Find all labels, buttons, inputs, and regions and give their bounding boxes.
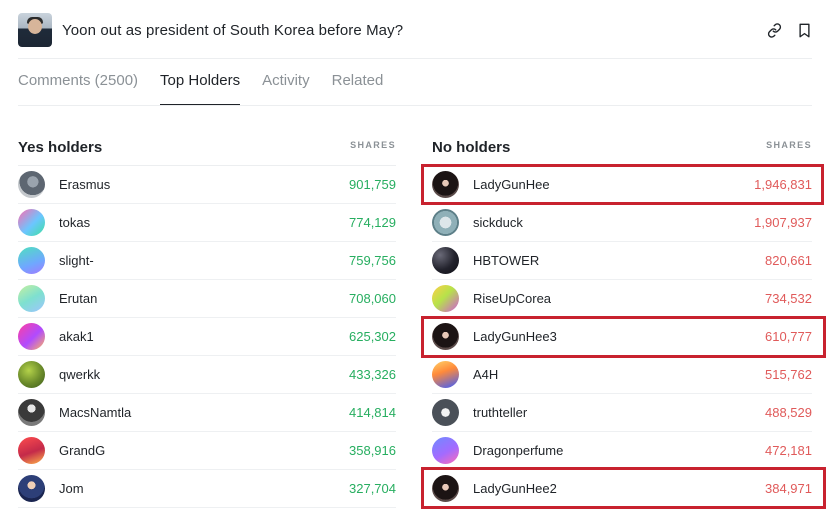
- holder-name[interactable]: sickduck: [473, 215, 523, 230]
- no-holders-title: No holders: [432, 139, 511, 156]
- tab-activity[interactable]: Activity: [262, 62, 310, 106]
- link-icon[interactable]: [766, 22, 782, 38]
- no-holder-row[interactable]: LadyGunHee2 384,971: [432, 470, 812, 508]
- holder-name[interactable]: LadyGunHee3: [473, 329, 557, 344]
- header-divider: [18, 58, 812, 59]
- holder-shares: 327,704: [349, 481, 396, 496]
- yes-holders-title: Yes holders: [18, 139, 103, 156]
- tab-top-holders[interactable]: Top Holders: [160, 62, 241, 106]
- avatar[interactable]: [432, 247, 459, 274]
- no-holder-row[interactable]: truthteller 488,529: [432, 394, 812, 432]
- no-holder-row[interactable]: HBTOWER 820,661: [432, 242, 812, 280]
- yes-shares-column-label: SHARES: [350, 139, 396, 150]
- holder-shares: 515,762: [765, 367, 812, 382]
- header-actions: [766, 22, 812, 38]
- tab-related[interactable]: Related: [332, 62, 384, 106]
- avatar[interactable]: [18, 285, 45, 312]
- no-holder-row[interactable]: LadyGunHee3 610,777: [432, 318, 812, 356]
- avatar[interactable]: [432, 323, 459, 350]
- holder-name[interactable]: qwerkk: [59, 367, 100, 382]
- avatar[interactable]: [18, 171, 45, 198]
- holder-name[interactable]: MacsNamtla: [59, 405, 131, 420]
- yes-holder-row[interactable]: qwerkk 433,326: [18, 356, 396, 394]
- avatar[interactable]: [18, 437, 45, 464]
- yes-holder-row[interactable]: akak1 625,302: [18, 318, 396, 356]
- holder-shares: 488,529: [765, 405, 812, 420]
- holder-shares: 734,532: [765, 291, 812, 306]
- holder-name[interactable]: A4H: [473, 367, 498, 382]
- avatar[interactable]: [18, 247, 45, 274]
- tabs-divider: [18, 105, 812, 106]
- holder-shares: 433,326: [349, 367, 396, 382]
- bookmark-icon[interactable]: [796, 22, 812, 38]
- yes-holders-panel: Yes holders SHARES Erasmus 901,759 tokas…: [18, 128, 396, 508]
- holder-shares: 820,661: [765, 253, 812, 268]
- avatar[interactable]: [18, 323, 45, 350]
- holder-shares: 414,814: [349, 405, 396, 420]
- holder-name[interactable]: Jom: [59, 481, 84, 496]
- yes-holder-row[interactable]: GrandG 358,916: [18, 432, 396, 470]
- no-holder-row[interactable]: RiseUpCorea 734,532: [432, 280, 812, 318]
- holder-name[interactable]: LadyGunHee2: [473, 481, 557, 496]
- holder-shares: 774,129: [349, 215, 396, 230]
- avatar[interactable]: [18, 399, 45, 426]
- market-image: [18, 13, 52, 47]
- holder-shares: 759,756: [349, 253, 396, 268]
- yes-holder-row[interactable]: MacsNamtla 414,814: [18, 394, 396, 432]
- holder-shares: 1,946,831: [754, 177, 812, 192]
- yes-holder-row[interactable]: Erasmus 901,759: [18, 166, 396, 204]
- holder-shares: 610,777: [765, 329, 812, 344]
- avatar[interactable]: [432, 361, 459, 388]
- tab-bar: Comments (2500) Top Holders Activity Rel…: [18, 62, 383, 106]
- holder-name[interactable]: HBTOWER: [473, 253, 539, 268]
- no-holders-header: No holders SHARES: [432, 128, 812, 166]
- no-holder-row[interactable]: A4H 515,762: [432, 356, 812, 394]
- holder-name[interactable]: truthteller: [473, 405, 527, 420]
- no-holder-row[interactable]: LadyGunHee 1,946,831: [432, 166, 812, 204]
- holder-shares: 901,759: [349, 177, 396, 192]
- no-holder-row[interactable]: Dragonperfume 472,181: [432, 432, 812, 470]
- holder-shares: 384,971: [765, 481, 812, 496]
- avatar[interactable]: [432, 399, 459, 426]
- holder-name[interactable]: LadyGunHee: [473, 177, 550, 192]
- market-header: Yoon out as president of South Korea bef…: [18, 10, 812, 50]
- holder-name[interactable]: akak1: [59, 329, 94, 344]
- yes-holder-row[interactable]: tokas 774,129: [18, 204, 396, 242]
- holder-name[interactable]: GrandG: [59, 443, 105, 458]
- no-holders-panel: No holders SHARES LadyGunHee 1,946,831 s…: [432, 128, 812, 508]
- yes-holder-row[interactable]: Erutan 708,060: [18, 280, 396, 318]
- avatar[interactable]: [18, 209, 45, 236]
- holder-name[interactable]: Erutan: [59, 291, 97, 306]
- no-holder-row[interactable]: sickduck 1,907,937: [432, 204, 812, 242]
- avatar[interactable]: [18, 475, 45, 502]
- holder-shares: 625,302: [349, 329, 396, 344]
- market-title: Yoon out as president of South Korea bef…: [62, 21, 404, 39]
- holder-shares: 472,181: [765, 443, 812, 458]
- no-shares-column-label: SHARES: [766, 139, 812, 150]
- holder-name[interactable]: Erasmus: [59, 177, 110, 192]
- holder-name[interactable]: Dragonperfume: [473, 443, 563, 458]
- avatar[interactable]: [432, 209, 459, 236]
- yes-holder-row[interactable]: slight- 759,756: [18, 242, 396, 280]
- tab-comments[interactable]: Comments (2500): [18, 62, 138, 106]
- holder-name[interactable]: tokas: [59, 215, 90, 230]
- yes-holders-header: Yes holders SHARES: [18, 128, 396, 166]
- yes-holder-row[interactable]: Jom 327,704: [18, 470, 396, 508]
- holder-shares: 708,060: [349, 291, 396, 306]
- avatar[interactable]: [432, 475, 459, 502]
- holder-name[interactable]: slight-: [59, 253, 94, 268]
- holder-name[interactable]: RiseUpCorea: [473, 291, 551, 306]
- holder-shares: 358,916: [349, 443, 396, 458]
- avatar[interactable]: [432, 285, 459, 312]
- avatar[interactable]: [432, 171, 459, 198]
- avatar[interactable]: [432, 437, 459, 464]
- holder-shares: 1,907,937: [754, 215, 812, 230]
- avatar[interactable]: [18, 361, 45, 388]
